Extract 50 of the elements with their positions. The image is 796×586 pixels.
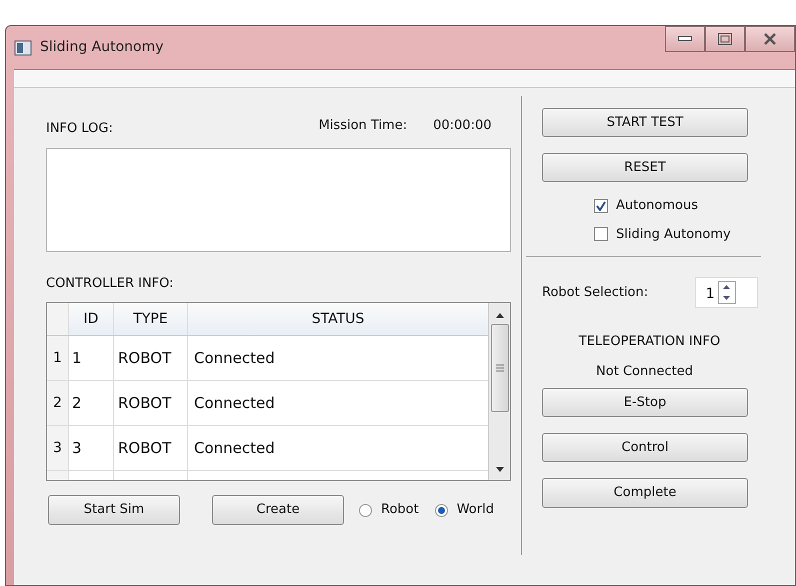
checkbox[interactable] xyxy=(594,227,608,242)
close-button[interactable] xyxy=(745,26,795,52)
mission-time-value: 00:00:00 xyxy=(433,117,492,135)
column-header: ID xyxy=(69,303,114,335)
reset-button[interactable]: RESET xyxy=(542,153,748,182)
table-cell-text: Connected xyxy=(193,392,276,414)
app-icon xyxy=(14,40,32,56)
start-test-button[interactable]: START TEST xyxy=(542,108,748,137)
table-cell: 3 xyxy=(69,426,114,470)
radio-label: World xyxy=(456,501,494,520)
control-button[interactable]: Control xyxy=(542,433,748,462)
maximize-button[interactable] xyxy=(705,26,745,52)
row-header: 2 xyxy=(47,381,69,425)
table-cell: ROBOT xyxy=(114,381,188,425)
controller-info-label: CONTROLLER INFO: xyxy=(46,274,175,292)
minimize-icon xyxy=(678,36,692,42)
radio-label: Robot xyxy=(381,501,419,520)
checkbox-label: Autonomous xyxy=(616,197,698,215)
robot-selection-label: Robot Selection: xyxy=(542,284,648,302)
create-button[interactable]: Create xyxy=(212,495,344,525)
scroll-up-icon[interactable] xyxy=(496,313,504,318)
robot-selection-spinbox[interactable]: 1 xyxy=(694,277,758,308)
mission-time-label: Mission Time: xyxy=(318,117,408,135)
connection-status: Not Connected xyxy=(595,362,694,380)
scrollbar[interactable] xyxy=(488,303,510,480)
info-log-label: INFO LOG: xyxy=(46,120,113,138)
table-cell: ROBOT xyxy=(114,426,188,470)
minimize-button[interactable] xyxy=(665,26,705,52)
table-cell-text: Connected xyxy=(193,438,276,459)
table-cell: 1 xyxy=(69,336,114,380)
scroll-down-icon[interactable] xyxy=(496,467,504,472)
start-sim-button[interactable]: Start Sim xyxy=(48,495,180,525)
checkbox[interactable] xyxy=(594,198,608,213)
column-header: TYPE xyxy=(114,303,188,335)
row-header: 1 xyxy=(47,336,69,380)
table-cell-text: Connected xyxy=(193,348,276,369)
complete-button[interactable]: Complete xyxy=(542,478,748,508)
checkbox-label: Sliding Autonomy xyxy=(616,226,731,244)
window-title: Sliding Autonomy xyxy=(40,38,164,57)
scroll-thumb[interactable] xyxy=(490,324,508,412)
e-stop-button[interactable]: E-Stop xyxy=(542,388,748,417)
table-cell: ROBOT xyxy=(114,336,188,380)
teleoperation-title: TELEOPERATION INFO xyxy=(578,333,722,351)
table-cell: 2 xyxy=(69,381,114,425)
maximize-icon xyxy=(718,33,732,45)
radio-button[interactable] xyxy=(359,504,372,516)
row-header: 3 xyxy=(47,426,69,470)
close-icon xyxy=(763,33,777,45)
column-header: STATUS xyxy=(310,310,366,328)
radio-button[interactable] xyxy=(434,504,448,516)
